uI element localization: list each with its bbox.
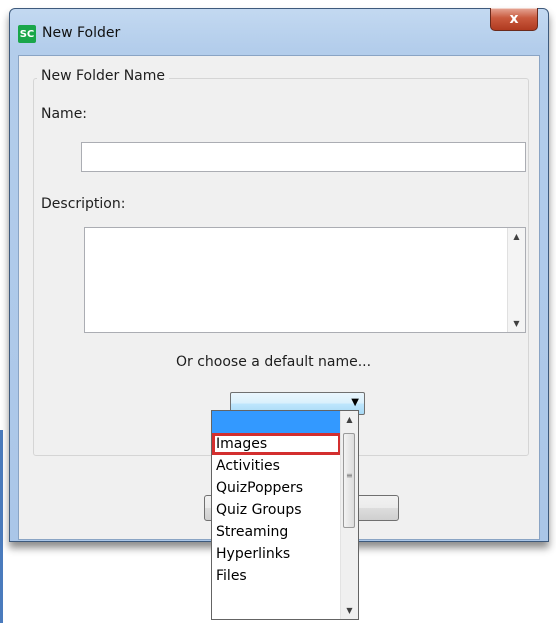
scroll-down-icon[interactable]: ▼ <box>341 606 358 615</box>
close-icon: x <box>509 11 519 27</box>
app-icon: SC <box>18 25 36 43</box>
name-input[interactable] <box>81 142 526 172</box>
default-name-dropdown-list[interactable]: Images Activities QuizPoppers Quiz Group… <box>211 410 359 620</box>
name-label: Name: <box>41 106 88 122</box>
scrollbar-thumb[interactable]: ≡ <box>343 433 355 528</box>
description-label: Description: <box>41 196 126 212</box>
description-scrollbar[interactable]: ▲ ▼ <box>507 228 525 332</box>
dropdown-item-blank[interactable] <box>212 411 341 433</box>
dropdown-item-hyperlinks[interactable]: Hyperlinks <box>212 543 341 565</box>
dropdown-item-activities[interactable]: Activities <box>212 455 341 477</box>
window-title: New Folder <box>42 25 121 41</box>
dropdown-item-streaming[interactable]: Streaming <box>212 521 341 543</box>
grip-icon: ≡ <box>346 471 353 480</box>
dropdown-scrollbar[interactable]: ▲ ≡ ▼ <box>340 411 358 619</box>
scroll-down-icon[interactable]: ▼ <box>508 319 525 328</box>
title-bar[interactable]: SC New Folder x <box>10 8 548 55</box>
group-title: New Folder Name <box>37 68 170 84</box>
scroll-up-icon[interactable]: ▲ <box>508 232 525 241</box>
dropdown-item-files[interactable]: Files <box>212 565 341 587</box>
description-textarea[interactable]: ▲ ▼ <box>84 227 526 333</box>
dropdown-items: Images Activities QuizPoppers Quiz Group… <box>212 411 341 619</box>
chevron-down-icon[interactable]: ▼ <box>351 397 359 408</box>
dropdown-item-images[interactable]: Images <box>212 433 341 455</box>
scroll-up-icon[interactable]: ▲ <box>341 415 358 424</box>
default-name-label: Or choose a default name... <box>176 354 372 370</box>
dropdown-item-quizpoppers[interactable]: QuizPoppers <box>212 477 341 499</box>
close-button[interactable]: x <box>490 8 538 31</box>
dropdown-item-quiz-groups[interactable]: Quiz Groups <box>212 499 341 521</box>
background-window-edge <box>0 430 3 623</box>
